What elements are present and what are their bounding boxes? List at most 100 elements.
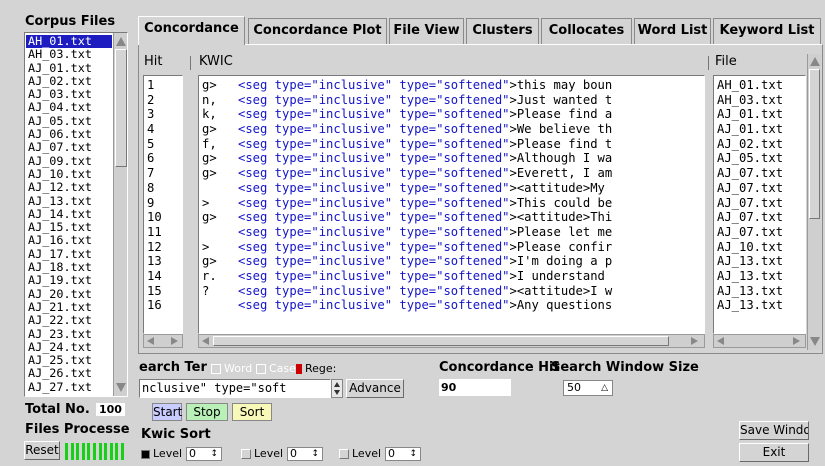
scroll-thumb[interactable] — [115, 49, 127, 167]
kwic-line[interactable]: g> <seg type="inclusive" type="softened">… — [200, 151, 612, 166]
corpus-files-scrollbar[interactable] — [113, 33, 127, 396]
scroll-thumb[interactable] — [809, 69, 820, 219]
hit-file-name[interactable]: AJ_07.txt — [715, 181, 783, 196]
kwic-line[interactable]: g> <seg type="inclusive" type="softened">… — [200, 78, 612, 93]
scroll-right-icon[interactable] — [691, 337, 698, 345]
corpus-file-item[interactable]: AJ_14.txt — [26, 207, 112, 221]
level-spinner[interactable]: 0 ↕ — [287, 447, 324, 461]
file-splitter[interactable] — [708, 56, 711, 70]
corpus-file-item[interactable]: AJ_24.txt — [26, 340, 112, 354]
hit-hscroll[interactable] — [143, 334, 183, 348]
tab-keyword-list[interactable]: Keyword List — [713, 18, 821, 44]
tab-clusters[interactable]: Clusters — [466, 18, 539, 44]
case-option[interactable]: Case — [256, 362, 296, 375]
case-checkbox[interactable] — [256, 364, 266, 374]
level-checkbox[interactable] — [241, 449, 251, 459]
hit-file-name[interactable]: AJ_13.txt — [715, 284, 783, 299]
kwic-hscroll-thumb[interactable] — [213, 336, 669, 346]
corpus-file-item[interactable]: AJ_12.txt — [26, 180, 112, 194]
tab-concordance[interactable]: Concordance — [138, 16, 245, 45]
corpus-file-item[interactable]: AJ_18.txt — [26, 260, 112, 274]
kwic-line[interactable]: k, <seg type="inclusive" type="softened">… — [200, 107, 612, 122]
kwic-line[interactable]: n, <seg type="inclusive" type="softened">… — [200, 93, 612, 108]
spin-up-icon[interactable] — [334, 382, 340, 387]
corpus-files-list[interactable]: AH_01.txt AH_03.txt AJ_01.txt AJ_02.txt AJ_0… — [24, 32, 128, 397]
corpus-file-item[interactable]: AJ_25.txt — [26, 353, 112, 367]
regex-checkbox[interactable] — [296, 364, 302, 374]
level-checkbox[interactable] — [339, 449, 349, 459]
spinner-arrows-icon[interactable]: ↕ — [312, 448, 320, 460]
tab-concordance-plot[interactable]: Concordance Plot — [248, 18, 387, 44]
corpus-file-item[interactable]: AJ_06.txt — [26, 127, 112, 141]
scroll-left-icon[interactable] — [147, 337, 154, 345]
spin-down-icon[interactable] — [334, 390, 340, 395]
exit-button[interactable]: Exit — [739, 443, 809, 462]
scroll-right-icon[interactable] — [793, 337, 800, 345]
corpus-file-item[interactable]: AJ_27.txt — [26, 380, 112, 394]
search-window-size-input[interactable]: 50 △ — [563, 380, 613, 396]
word-option[interactable]: Word — [211, 362, 252, 375]
level-spinner[interactable]: 0 ↕ — [385, 447, 422, 461]
kwic-splitter[interactable] — [190, 56, 193, 70]
kwic-column[interactable]: g> <seg type="inclusive" type="softened">… — [198, 75, 705, 334]
corpus-file-item[interactable]: AJ_04.txt — [26, 101, 112, 115]
hit-file-name[interactable]: AH_01.txt — [715, 78, 783, 93]
corpus-file-item[interactable]: AJ_01.txt — [26, 61, 112, 75]
kwic-line[interactable]: r. <seg type="inclusive" type="softened">… — [200, 269, 612, 284]
kwic-line[interactable]: g> <seg type="inclusive" type="softened">… — [200, 166, 612, 181]
file-column[interactable]: AH_01.txt AH_03.txt AJ_01.txt AJ_01.txt AJ_0… — [713, 75, 806, 334]
hit-file-name[interactable]: AJ_05.txt — [715, 151, 783, 166]
kwic-line[interactable]: <seg type="inclusive" type="softened">Pl… — [200, 225, 612, 240]
word-checkbox[interactable] — [211, 364, 221, 374]
search-term-input[interactable]: nclusive" type="soft — [139, 379, 331, 398]
corpus-file-item[interactable]: AJ_03.txt — [26, 87, 112, 101]
corpus-file-item[interactable]: AJ_07.txt — [26, 141, 112, 155]
corpus-file-item[interactable]: AJ_20.txt — [26, 287, 112, 301]
corpus-file-item[interactable]: AJ_15.txt — [26, 220, 112, 234]
corpus-file-item[interactable]: AJ_09.txt — [26, 154, 112, 168]
hit-file-name[interactable]: AJ_10.txt — [715, 240, 783, 255]
hit-file-name[interactable]: AJ_01.txt — [715, 122, 783, 137]
corpus-file-item[interactable]: AH_01.txt — [26, 34, 112, 49]
kwic-line[interactable]: g> <seg type="inclusive" type="softened">… — [200, 254, 612, 269]
concordance-vscroll[interactable] — [807, 54, 821, 350]
hit-file-name[interactable]: AJ_01.txt — [715, 107, 783, 122]
scroll-left-icon[interactable] — [202, 337, 209, 345]
corpus-file-item[interactable]: AJ_23.txt — [26, 327, 112, 341]
corpus-file-item[interactable]: AJ_21.txt — [26, 300, 112, 314]
corpus-file-item[interactable]: AJ_26.txt — [26, 367, 112, 381]
corpus-file-item[interactable]: AJ_16.txt — [26, 234, 112, 248]
hit-file-name[interactable]: AJ_13.txt — [715, 254, 783, 269]
save-window-button[interactable]: Save Windo — [739, 421, 809, 440]
reset-button[interactable]: Reset — [24, 441, 60, 460]
kwic-line[interactable]: ? <seg type="inclusive" type="softened"><… — [200, 284, 612, 299]
kwic-line[interactable]: <seg type="inclusive" type="softened">An… — [200, 298, 612, 313]
hit-file-name[interactable]: AJ_07.txt — [715, 225, 783, 240]
kwic-line[interactable]: > <seg type="inclusive" type="softened">P… — [200, 240, 612, 255]
sort-button[interactable]: Sort — [232, 403, 272, 421]
hit-file-name[interactable]: AJ_13.txt — [715, 298, 783, 313]
corpus-file-item[interactable]: AJ_02.txt — [26, 74, 112, 88]
regex-option[interactable]: Rege: — [296, 362, 336, 375]
search-term-spinner[interactable] — [331, 379, 343, 398]
hit-file-name[interactable]: AJ_02.txt — [715, 137, 783, 152]
level-spinner[interactable]: 0 ↕ — [186, 447, 223, 461]
spinner-arrows-icon[interactable]: ↕ — [211, 448, 219, 460]
tab-file-view[interactable]: File View — [389, 18, 464, 44]
stop-button[interactable]: Stop — [186, 403, 228, 421]
scroll-right-icon[interactable] — [171, 337, 178, 345]
corpus-file-item[interactable]: AJ_13.txt — [26, 194, 112, 208]
scroll-down-icon[interactable] — [810, 337, 820, 346]
scroll-up-icon[interactable] — [810, 57, 820, 66]
tab-collocates[interactable]: Collocates — [541, 18, 632, 44]
corpus-file-item[interactable]: AJ_22.txt — [26, 313, 112, 327]
spinner-arrows-icon[interactable]: △ — [601, 381, 608, 395]
scroll-up-icon[interactable] — [116, 37, 126, 46]
hit-file-name[interactable]: AJ_13.txt — [715, 269, 783, 284]
level-checkbox[interactable] — [141, 449, 150, 459]
scroll-left-icon[interactable] — [717, 337, 724, 345]
kwic-line[interactable]: g> <seg type="inclusive" type="softened">… — [200, 210, 612, 225]
hit-file-name[interactable]: AJ_07.txt — [715, 166, 783, 181]
kwic-hscroll[interactable] — [198, 334, 705, 348]
kwic-line[interactable]: > <seg type="inclusive" type="softened">T… — [200, 196, 612, 211]
